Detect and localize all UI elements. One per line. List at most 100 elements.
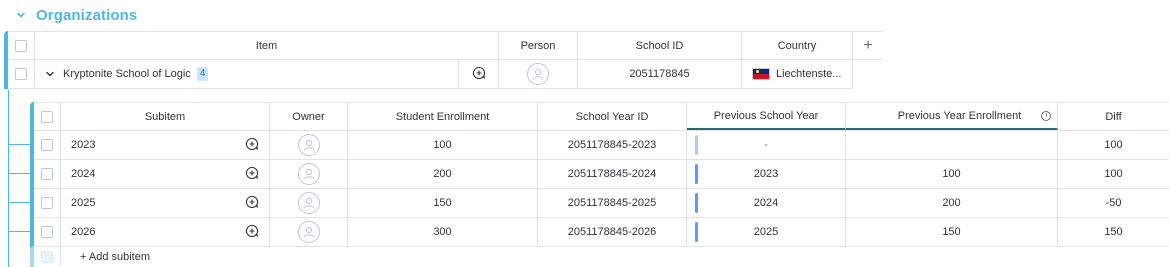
subitem-name[interactable]: 2024 [61,160,245,188]
add-update-cell[interactable] [459,60,499,88]
column-header-country[interactable]: Country [742,32,853,59]
item-checkbox[interactable] [15,68,27,80]
column-header-school-year-id[interactable]: School Year ID [538,103,687,130]
subitem-name[interactable]: 2023 [61,131,245,159]
column-header-owner[interactable]: Owner [270,103,348,130]
previous-school-year-cell[interactable]: 2025 [687,218,846,246]
owner-cell[interactable] [270,189,348,217]
previous-school-year-cell[interactable]: 2024 [687,189,846,217]
item-row[interactable]: Kryptonite School of Logic 4 2051178845 … [8,60,853,89]
previous-year-enrollment-cell[interactable]: 150 [846,218,1058,246]
school-id-cell[interactable]: 2051178845 [578,60,742,88]
chevron-down-icon[interactable] [14,8,28,22]
avatar-placeholder-icon[interactable] [297,163,320,185]
subitem-row[interactable]: 2025 150 2051178845-2025 2024 200 -50 [34,189,1169,218]
subitem-checkbox[interactable] [41,139,53,151]
person-cell[interactable] [499,60,578,88]
school-year-id-cell[interactable]: 2051178845-2026 [538,218,687,246]
add-update-icon[interactable] [245,195,259,212]
student-enrollment-cell[interactable]: 300 [348,218,538,246]
column-header-student-enrollment[interactable]: Student Enrollment [348,103,538,130]
column-header-previous-school-year[interactable]: Previous School Year [687,103,846,130]
previous-year-enrollment-cell[interactable]: 100 [846,160,1058,188]
tree-branch [8,202,30,203]
column-header-subitem[interactable]: Subitem [61,103,270,130]
subitem-checkbox[interactable] [41,168,53,180]
tree-branch [8,144,30,145]
link-indicator [695,164,698,184]
add-update-icon[interactable] [245,224,259,241]
subitem-checkbox[interactable] [41,197,53,209]
previous-school-year-cell[interactable]: - [687,131,846,159]
add-update-icon[interactable] [245,137,259,154]
avatar-placeholder-icon[interactable] [297,221,320,243]
add-update-cell[interactable] [245,160,270,188]
item-name[interactable]: Kryptonite School of Logic [63,68,191,80]
select-all-cell[interactable] [8,32,35,59]
diff-cell[interactable]: -50 [1058,189,1169,217]
subitem-checkbox[interactable] [41,226,53,238]
previous-school-year-value: 2024 [753,197,779,209]
subitems-table: Subitem Owner Student Enrollment School … [0,90,1169,267]
add-subitem-checkbox-cell [34,247,61,267]
previous-year-enrollment-cell[interactable] [846,131,1058,159]
add-update-cell[interactable] [245,218,270,246]
subitem-checkbox-cell[interactable] [34,189,61,217]
tree-connector-line [8,90,9,267]
diff-cell[interactable]: 100 [1058,131,1169,159]
add-update-icon[interactable] [472,66,486,83]
avatar-placeholder-icon[interactable] [527,63,549,85]
subitem-checkbox-cell[interactable] [34,218,61,246]
add-subitem-row[interactable]: + Add subitem [34,247,361,267]
add-column-button[interactable]: + [853,32,883,59]
country-cell[interactable]: Liechtenste... [742,60,853,88]
info-icon[interactable]: i [1041,110,1052,121]
previous-year-enrollment-label: Previous Year Enrollment [897,109,1022,122]
add-update-cell[interactable] [245,131,270,159]
country-name: Liechtenste... [776,68,842,80]
diff-cell[interactable]: 100 [1058,160,1169,188]
link-indicator [695,193,698,213]
group-header[interactable]: Organizations [14,4,137,26]
student-enrollment-cell[interactable]: 200 [348,160,538,188]
select-all-checkbox[interactable] [15,39,27,52]
school-year-id-cell[interactable]: 2051178845-2023 [538,131,687,159]
select-all-subitems-cell[interactable] [34,103,61,130]
owner-cell[interactable] [270,218,348,246]
column-header-previous-year-enrollment[interactable]: Previous Year Enrollment i [846,103,1058,130]
add-subitem-button[interactable]: + Add subitem [61,247,361,267]
subitem-name[interactable]: 2026 [61,218,245,246]
previous-school-year-cell[interactable]: 2023 [687,160,846,188]
subitem-checkbox-cell[interactable] [34,160,61,188]
item-checkbox-cell[interactable] [8,60,35,88]
avatar-placeholder-icon[interactable] [297,134,320,156]
column-header-school-id[interactable]: School ID [578,32,742,59]
avatar-placeholder-icon[interactable] [297,192,320,214]
column-header-item[interactable]: Item [35,32,499,59]
owner-cell[interactable] [270,160,348,188]
subitem-row[interactable]: 2024 200 2051178845-2024 2023 100 100 [34,160,1169,189]
subitem-checkbox-cell[interactable] [34,131,61,159]
student-enrollment-cell[interactable]: 100 [348,131,538,159]
student-enrollment-cell[interactable]: 150 [348,189,538,217]
subitem-row[interactable]: 2023 100 2051178845-2023 - 100 [34,131,1169,160]
item-name-cell[interactable]: Kryptonite School of Logic 4 [35,60,459,88]
column-header-person[interactable]: Person [499,32,578,59]
previous-year-enrollment-cell[interactable]: 200 [846,189,1058,217]
add-update-icon[interactable] [245,166,259,183]
select-all-subitems-checkbox[interactable] [41,110,53,123]
school-year-id-cell[interactable]: 2051178845-2025 [538,189,687,217]
add-update-cell[interactable] [245,189,270,217]
tree-branch [8,173,30,174]
subitem-row[interactable]: 2026 300 2051178845-2026 2025 150 150 [34,218,1169,247]
school-year-id-cell[interactable]: 2051178845-2024 [538,160,687,188]
owner-cell[interactable] [270,131,348,159]
column-header-diff[interactable]: Diff [1058,103,1169,130]
group-title[interactable]: Organizations [36,7,137,24]
diff-cell[interactable]: 150 [1058,218,1169,246]
chevron-down-icon[interactable] [45,69,55,79]
link-indicator [695,222,698,242]
previous-school-year-value: 2025 [753,226,779,238]
subitem-count-badge[interactable]: 4 [196,67,209,81]
subitem-name[interactable]: 2025 [61,189,245,217]
